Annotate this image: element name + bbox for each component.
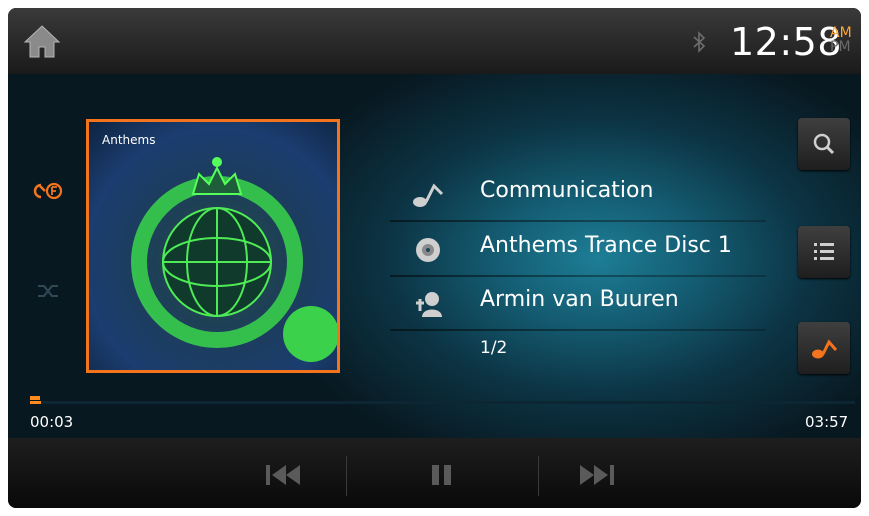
playlist-button[interactable] bbox=[798, 226, 850, 278]
progress-bar[interactable] bbox=[30, 396, 855, 404]
album-name-row: Anthems Trance Disc 1 bbox=[390, 223, 762, 277]
search-button[interactable] bbox=[798, 118, 850, 170]
album-name: Anthems Trance Disc 1 bbox=[480, 233, 732, 258]
music-note-icon bbox=[412, 180, 446, 210]
bluetooth-icon bbox=[692, 30, 706, 54]
track-title: Communication bbox=[480, 178, 654, 203]
progress-fill bbox=[30, 401, 41, 404]
next-icon bbox=[580, 465, 614, 485]
status-bar: 12:58 AM PM bbox=[8, 8, 861, 74]
playlist-icon bbox=[814, 243, 834, 260]
am-label: AM bbox=[830, 25, 852, 41]
media-player-screen: 12:58 AM PM Anthems Communication Anthem… bbox=[8, 8, 861, 508]
divider bbox=[390, 220, 766, 222]
divider bbox=[538, 456, 539, 496]
pause-icon bbox=[432, 465, 451, 485]
track-title-row: Communication bbox=[390, 168, 762, 222]
repeat-folder-icon[interactable] bbox=[30, 180, 64, 202]
pause-button[interactable] bbox=[420, 456, 470, 494]
search-icon bbox=[813, 133, 835, 155]
track-number: 1/2 bbox=[480, 338, 508, 358]
previous-icon bbox=[266, 465, 300, 485]
progress-handle[interactable] bbox=[30, 396, 40, 400]
album-cover: Anthems bbox=[86, 119, 340, 373]
total-duration: 03:57 bbox=[805, 413, 849, 431]
cover-sticker bbox=[283, 306, 337, 362]
shuffle-icon[interactable] bbox=[36, 282, 60, 300]
elapsed-time: 00:03 bbox=[30, 413, 74, 431]
disc-icon bbox=[412, 235, 446, 265]
previous-button[interactable] bbox=[260, 456, 310, 494]
transport-bar bbox=[8, 438, 861, 508]
clock-time: 12:58 bbox=[730, 20, 843, 64]
artist-icon bbox=[412, 289, 446, 319]
next-button[interactable] bbox=[572, 456, 622, 494]
artist-row: Armin van Buuren bbox=[390, 277, 762, 331]
eq-button[interactable] bbox=[798, 322, 850, 374]
home-icon[interactable] bbox=[22, 22, 62, 60]
music-note-icon bbox=[812, 339, 838, 359]
divider bbox=[390, 329, 766, 331]
divider bbox=[346, 456, 347, 496]
pm-label: PM bbox=[830, 39, 851, 55]
am-pm-indicator: AM PM bbox=[830, 26, 852, 54]
artist-name: Armin van Buuren bbox=[480, 287, 679, 312]
